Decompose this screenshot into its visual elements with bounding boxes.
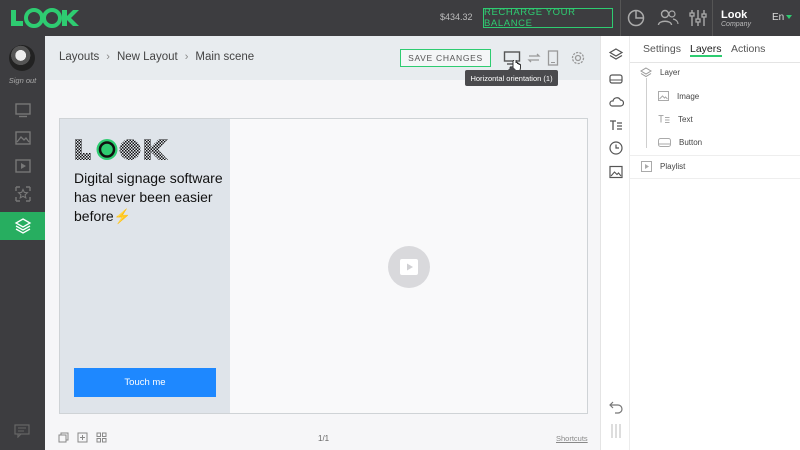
divider <box>620 0 621 36</box>
panel-tabs: Settings Layers Actions <box>630 36 800 63</box>
divider <box>630 178 800 179</box>
layer-label: Button <box>679 138 703 147</box>
clock-tool-icon[interactable] <box>608 140 624 156</box>
orientation-tooltip: Horizontal orientation (1) <box>465 66 558 86</box>
chevron-down-icon <box>786 15 793 20</box>
settings-sliders-icon[interactable] <box>688 8 708 28</box>
breadcrumb: Layouts › New Layout › Main scene <box>59 51 254 63</box>
language-selector[interactable]: En <box>772 12 793 23</box>
add-frame-icon[interactable] <box>77 432 88 443</box>
layer-text[interactable]: Text <box>658 114 693 124</box>
chevron-right-icon: › <box>184 51 189 63</box>
balance-amount: $434.32 <box>440 12 473 22</box>
button-icon <box>658 138 671 147</box>
shortcuts-link[interactable]: Shortcuts <box>556 434 588 443</box>
analytics-icon[interactable] <box>626 8 646 28</box>
tree-connector <box>646 78 647 148</box>
user-company: Company <box>721 21 751 28</box>
playlist-icon <box>641 161 652 172</box>
tab-settings[interactable]: Settings <box>643 36 681 55</box>
image-tool-icon[interactable] <box>608 164 624 180</box>
video-icon <box>14 159 31 173</box>
canvas-tools <box>58 432 107 443</box>
vertical-orientation-button[interactable] <box>544 50 562 66</box>
layer-button[interactable]: Button <box>658 138 702 147</box>
button-tool-icon[interactable] <box>608 71 624 87</box>
image-icon <box>14 131 31 145</box>
chat-icon[interactable] <box>14 424 30 443</box>
layer-root[interactable]: Layer <box>640 67 680 78</box>
tab-actions[interactable]: Actions <box>731 36 765 55</box>
gear-icon <box>571 51 585 65</box>
layer-label: Text <box>678 114 693 124</box>
sign-out-link[interactable]: Sign out <box>0 76 45 85</box>
promo-logo <box>74 138 172 161</box>
rotate-icon <box>527 53 541 63</box>
breadcrumb-layouts[interactable]: Layouts <box>59 51 99 63</box>
layer-label: Layer <box>660 68 681 77</box>
divider <box>712 0 713 36</box>
widget-icon <box>14 186 31 202</box>
tab-layers[interactable]: Layers <box>690 36 722 57</box>
tablet-icon <box>547 50 559 66</box>
text-tool-icon[interactable] <box>608 117 624 133</box>
duplicate-icon[interactable] <box>58 432 69 443</box>
promo-panel[interactable]: Digital signage software has never been … <box>60 119 230 413</box>
language-label: En <box>772 12 785 23</box>
scene-settings-button[interactable] <box>569 50 587 66</box>
breadcrumb-main-scene[interactable]: Main scene <box>195 51 254 63</box>
sidebar-item-screens[interactable] <box>0 96 45 124</box>
touch-me-button[interactable]: Touch me <box>74 368 216 397</box>
cloud-tool-icon[interactable] <box>608 94 625 110</box>
user-name[interactable]: Look <box>721 9 747 21</box>
image-icon <box>658 91 669 101</box>
sidebar-item-widgets[interactable] <box>0 180 45 208</box>
layers-tool-icon[interactable] <box>608 47 624 63</box>
breadcrumb-new-layout[interactable]: New Layout <box>117 51 178 63</box>
properties-panel: Settings Layers Actions <box>630 36 800 450</box>
scene-canvas[interactable]: Digital signage software has never been … <box>59 118 588 414</box>
divider <box>630 155 800 156</box>
avatar[interactable] <box>9 45 35 71</box>
look-pattern-logo-icon <box>75 139 168 160</box>
app-logo[interactable] <box>9 8 79 28</box>
scene-pager: 1/1 <box>318 434 330 443</box>
look-logo-icon <box>11 8 79 28</box>
layer-label: Image <box>677 91 700 101</box>
undo-icon[interactable] <box>608 398 624 414</box>
rotate-orientation-button[interactable] <box>525 50 543 66</box>
tool-rail <box>600 36 630 450</box>
sidebar-item-layouts[interactable] <box>0 212 45 240</box>
chevron-right-icon: › <box>106 51 110 63</box>
resize-handle-icon[interactable] <box>608 423 624 439</box>
sidebar-item-images[interactable] <box>0 124 45 152</box>
recharge-balance-button[interactable]: RECHARGE YOUR BALANCE <box>483 7 613 29</box>
grid-icon[interactable] <box>96 432 107 443</box>
top-bar: $434.32 RECHARGE YOUR BALANCE Look Compa… <box>0 0 800 36</box>
play-icon[interactable] <box>388 246 430 288</box>
sidebar-item-videos[interactable] <box>0 152 45 180</box>
layers-icon <box>640 67 652 78</box>
video-placeholder[interactable] <box>230 119 587 413</box>
promo-headline[interactable]: Digital signage software has never been … <box>74 169 224 226</box>
layer-label: Playlist <box>660 162 686 171</box>
left-sidebar: Sign out <box>0 36 45 450</box>
save-changes-button[interactable]: SAVE CHANGES <box>400 49 491 67</box>
layer-image[interactable]: Image <box>658 91 699 101</box>
layer-playlist[interactable]: Playlist <box>641 161 685 172</box>
screen-icon <box>14 103 31 118</box>
layers-icon <box>14 218 31 234</box>
users-icon[interactable] <box>657 8 679 28</box>
text-icon <box>658 114 670 123</box>
